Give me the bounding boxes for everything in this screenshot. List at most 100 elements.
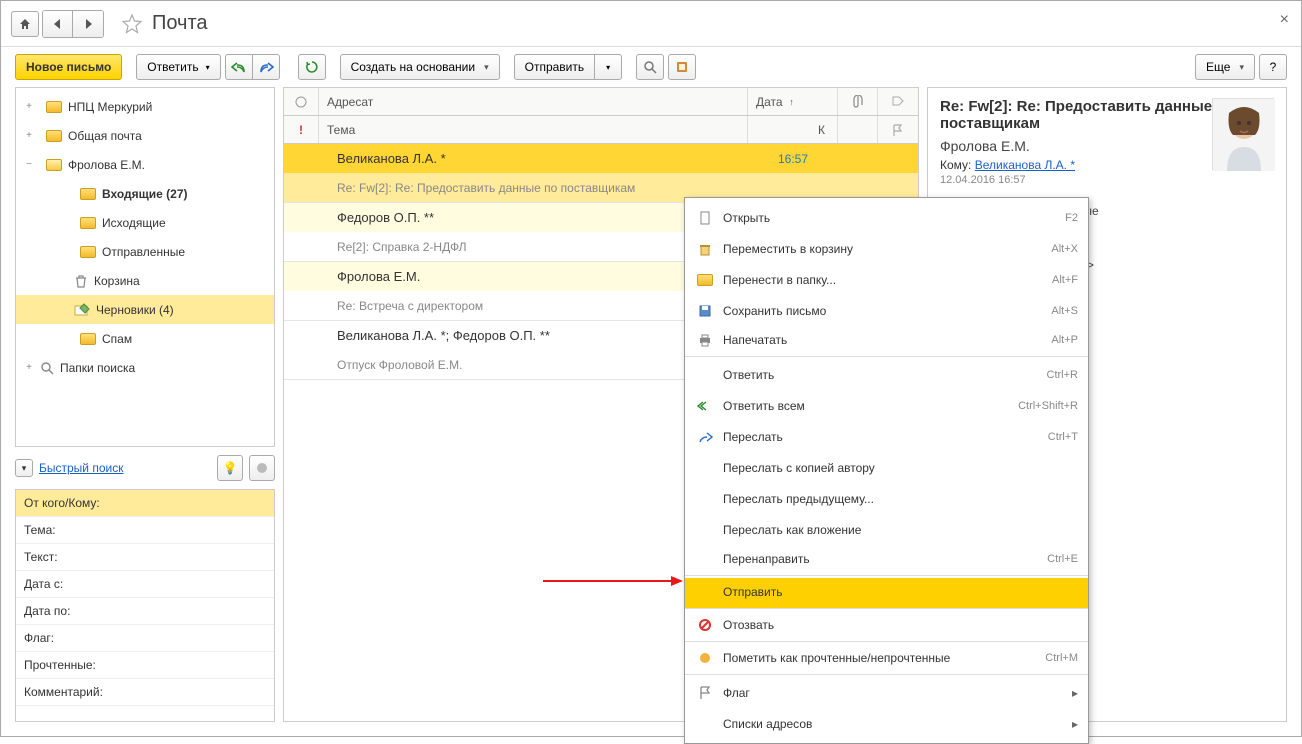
tree-item[interactable]: − Фролова Е.М.	[16, 150, 274, 179]
filter-flag[interactable]: Флаг:	[16, 625, 274, 652]
filter-comment[interactable]: Комментарий:	[16, 679, 274, 706]
menu-item-shortcut: Ctrl+E	[1047, 553, 1078, 565]
main-toolbar: Новое письмо Ответить▾ Создать на основа…	[1, 47, 1301, 87]
refresh-button[interactable]	[298, 54, 326, 80]
tree-item-label: Корзина	[94, 274, 140, 288]
more-button[interactable]: Еще	[1195, 54, 1255, 80]
reply-all-icon	[695, 400, 715, 412]
menu-item-shortcut: Alt+F	[1052, 274, 1078, 286]
filter-subject[interactable]: Тема:	[16, 517, 274, 544]
send-dropdown-button[interactable]: ▾	[594, 54, 622, 80]
tree-item[interactable]: Спам	[16, 324, 274, 353]
filter-text[interactable]: Текст:	[16, 544, 274, 571]
tree-item[interactable]: Отправленные	[16, 237, 274, 266]
menu-item-shortcut: Alt+X	[1051, 243, 1078, 255]
tree-item[interactable]: + Общая почта	[16, 121, 274, 150]
menu-item-label: Переслать с копией автору	[723, 461, 1078, 475]
reply-button[interactable]: Ответить▾	[136, 54, 220, 80]
doc-icon	[695, 211, 715, 225]
tree-toggle[interactable]: +	[22, 362, 36, 373]
menu-item[interactable]: Переслать с копией автору	[685, 452, 1088, 483]
context-menu: ОткрытьF2Переместить в корзинуAlt+XПерен…	[684, 197, 1089, 744]
menu-item-label: Флаг	[723, 686, 1066, 700]
menu-item[interactable]: Пометить как прочтенные/непрочтенныеCtrl…	[685, 644, 1088, 675]
col-addressee[interactable]: Адресат	[319, 88, 748, 115]
tree-item-label: Общая почта	[68, 129, 142, 143]
contacts-button[interactable]	[668, 54, 696, 80]
filter-from-to[interactable]: От кого/Кому:	[16, 490, 274, 517]
tree-item[interactable]: +НПЦ Меркурий	[16, 92, 274, 121]
menu-item[interactable]: ОткрытьF2	[685, 202, 1088, 233]
message-date: 16:57	[748, 152, 838, 166]
menu-item-label: Переслать	[723, 430, 1048, 444]
new-mail-button[interactable]: Новое письмо	[15, 54, 122, 80]
home-button[interactable]	[11, 11, 39, 37]
col-flag-icon[interactable]	[878, 116, 918, 143]
col-subject[interactable]: Тема	[319, 116, 748, 143]
folder-icon	[40, 101, 62, 113]
menu-item[interactable]: Отправить	[685, 578, 1088, 609]
menu-item[interactable]: НапечататьAlt+P	[685, 326, 1088, 357]
record-button[interactable]	[249, 455, 275, 481]
reply-all-icon-button[interactable]	[225, 54, 253, 80]
menu-item[interactable]: Переслать предыдущему...	[685, 483, 1088, 514]
tree-toggle[interactable]: −	[22, 159, 36, 170]
forward-icon-button[interactable]	[252, 54, 280, 80]
col-importance-icon[interactable]: !	[284, 116, 319, 143]
col-tag-icon[interactable]	[878, 88, 918, 115]
menu-item[interactable]: Ответить всемCtrl+Shift+R	[685, 390, 1088, 421]
col-status-icon[interactable]	[284, 88, 319, 115]
tree-toggle[interactable]: +	[22, 101, 36, 112]
tree-item[interactable]: Исходящие	[16, 208, 274, 237]
message-row[interactable]: Великанова Л.А. *16:57Re: Fw[2]: Re: Пре…	[284, 144, 918, 203]
tree-item-label: Черновики (4)	[96, 303, 174, 317]
quick-search-link[interactable]: Быстрый поиск	[39, 461, 123, 475]
favorite-star-icon[interactable]	[122, 14, 142, 34]
tree-item[interactable]: Входящие (27)	[16, 179, 274, 208]
folder-tree: +НПЦ Меркурий+Общая почта−Фролова Е.М.Вх…	[15, 87, 275, 447]
menu-item[interactable]: Отозвать	[685, 611, 1088, 642]
preview-to-link[interactable]: Великанова Л.А. *	[975, 158, 1075, 172]
filter-read[interactable]: Прочтенные:	[16, 652, 274, 679]
hints-button[interactable]: 💡	[217, 455, 243, 481]
nav-forward-button[interactable]	[73, 11, 103, 37]
menu-item[interactable]: Сохранить письмоAlt+S	[685, 295, 1088, 326]
create-from-button[interactable]: Создать на основании	[340, 54, 500, 80]
col-date[interactable]: Дата ↑	[748, 88, 838, 115]
menu-item[interactable]: Списки адресов	[685, 708, 1088, 739]
menu-item-label: Переместить в корзину	[723, 242, 1051, 256]
tree-toggle[interactable]: +	[22, 130, 36, 141]
folder-icon	[74, 217, 96, 229]
help-button[interactable]: ?	[1259, 54, 1287, 80]
menu-item[interactable]: Переслать как вложение	[685, 514, 1088, 545]
tree-item[interactable]: +Папки поиска	[16, 353, 274, 382]
close-button[interactable]: ×	[1280, 11, 1289, 29]
menu-item-label: Ответить всем	[723, 399, 1018, 413]
menu-item[interactable]: ПереслатьCtrl+T	[685, 421, 1088, 452]
draft-icon	[74, 303, 90, 317]
menu-item[interactable]: ОтветитьCtrl+R	[685, 359, 1088, 390]
send-button[interactable]: Отправить	[514, 54, 596, 80]
menu-item[interactable]: Флаг	[685, 677, 1088, 708]
tree-item-label: Фролова Е.М.	[68, 158, 145, 172]
menu-item-shortcut: Alt+P	[1051, 334, 1078, 346]
col-attachment-icon[interactable]	[838, 88, 878, 115]
menu-item-shortcut: Ctrl+Shift+R	[1018, 400, 1078, 412]
col-payload[interactable]: К	[748, 116, 838, 143]
nav-back-button[interactable]	[43, 11, 73, 37]
menu-item[interactable]: Перенести в папку...Alt+F	[685, 264, 1088, 295]
menu-item-label: Списки адресов	[723, 717, 1066, 731]
find-button[interactable]	[636, 54, 664, 80]
col-blank1	[838, 116, 878, 143]
filter-date-from[interactable]: Дата с:	[16, 571, 274, 598]
no-icon	[695, 618, 715, 632]
search-toggle[interactable]: ▾	[15, 459, 33, 477]
tree-item[interactable]: Черновики (4)	[16, 295, 274, 324]
filter-date-to[interactable]: Дата по:	[16, 598, 274, 625]
menu-item[interactable]: ПеренаправитьCtrl+E	[685, 545, 1088, 576]
tree-item-label: Отправленные	[102, 245, 185, 259]
tree-item-label: Исходящие	[102, 216, 166, 230]
trash-icon	[695, 242, 715, 256]
menu-item[interactable]: Переместить в корзинуAlt+X	[685, 233, 1088, 264]
tree-item[interactable]: Корзина	[16, 266, 274, 295]
